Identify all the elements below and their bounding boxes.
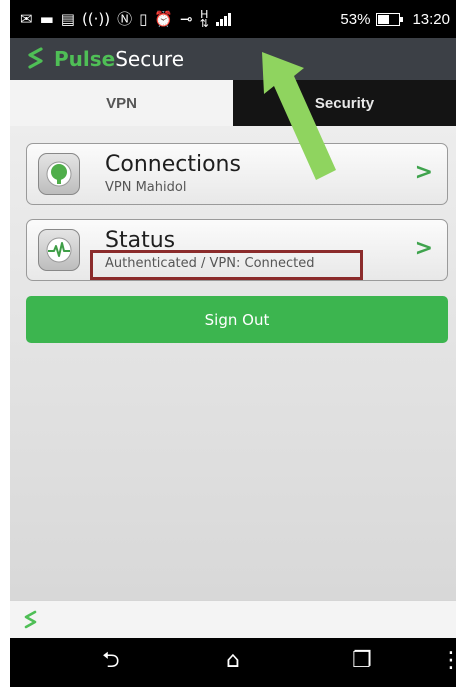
- wifi-calling-icon: ((·)): [81, 9, 111, 28]
- connections-title: Connections: [105, 152, 241, 177]
- network-type-label: H: [200, 8, 209, 21]
- status-icons: ✉ ▬ ▤ ((·)) Ⓝ ▯ ⏰ ⊸ H ⇅: [10, 8, 340, 30]
- annotation-arrow-icon: [262, 52, 336, 180]
- app-header: PulseSecure: [10, 38, 456, 80]
- brand-pulse: Pulse: [54, 47, 116, 71]
- status-highlight-box: [90, 250, 363, 280]
- tab-vpn[interactable]: VPN: [10, 80, 233, 126]
- connections-subtitle: VPN Mahidol: [105, 180, 187, 195]
- app-brand: PulseSecure: [54, 47, 184, 71]
- app-footer: [10, 600, 456, 639]
- menu-overflow-icon[interactable]: ⋮: [440, 650, 456, 672]
- status-bar: ✉ ▬ ▤ ((·)) Ⓝ ▯ ⏰ ⊸ H ⇅ 53% 13:20: [10, 0, 456, 38]
- status-right: 53% 13:20: [340, 11, 456, 28]
- nfc-icon: Ⓝ: [117, 9, 133, 28]
- phone-screen: ✉ ▬ ▤ ((·)) Ⓝ ▯ ⏰ ⊸ H ⇅ 53% 13:20 PulseSe…: [10, 0, 456, 687]
- chevron-right-icon: >: [414, 160, 433, 185]
- data-transfer-icon: H ⇅: [199, 8, 209, 30]
- recent-apps-icon[interactable]: ❐: [352, 650, 372, 672]
- home-icon[interactable]: ⌂: [226, 650, 240, 672]
- alarm-icon: ⏰: [154, 9, 174, 28]
- notification-icon: ▬: [39, 9, 54, 28]
- battery-percent: 53%: [340, 10, 371, 28]
- battery-fill: [378, 14, 390, 24]
- battery-icon: [376, 12, 404, 26]
- connections-card[interactable]: Connections VPN Mahidol >: [26, 143, 448, 205]
- system-nav-bar: ⮌ ⌂ ❐ ⋮: [10, 638, 456, 687]
- brand-secure: Secure: [115, 47, 184, 71]
- pulse-secure-logo-icon: [28, 47, 43, 69]
- gmail-icon: ✉: [20, 9, 33, 28]
- pulse-secure-logo-icon: [24, 610, 37, 629]
- signal-icon: [215, 12, 231, 26]
- heartbeat-icon: [38, 229, 80, 271]
- vibrate-icon: ▯: [139, 9, 148, 28]
- chevron-right-icon: >: [414, 236, 433, 261]
- connections-icon: [38, 153, 80, 195]
- vpn-key-icon: ⊸: [180, 9, 193, 28]
- keyboard-icon: ▤: [60, 9, 75, 28]
- sign-out-button[interactable]: Sign Out: [26, 296, 448, 343]
- clock: 13:20: [412, 10, 450, 28]
- main-content: Connections VPN Mahidol > Status Authent…: [10, 126, 456, 600]
- tab-bar: VPN Security: [10, 80, 456, 126]
- back-icon[interactable]: ⮌: [102, 650, 120, 672]
